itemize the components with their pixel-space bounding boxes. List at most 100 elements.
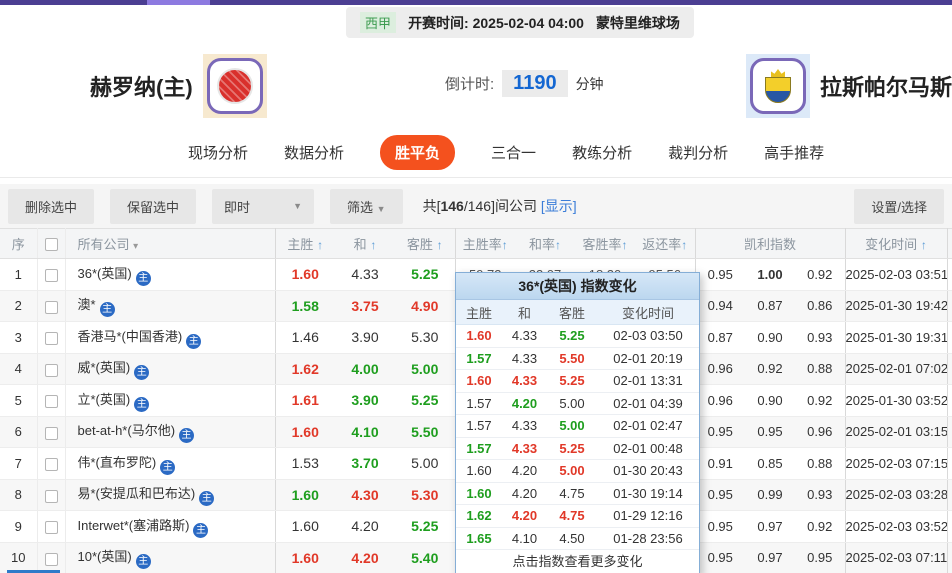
popup-odds-away[interactable]: 5.25 bbox=[547, 328, 597, 343]
header-checkbox[interactable] bbox=[37, 228, 66, 259]
popup-odds-away[interactable]: 4.50 bbox=[547, 531, 597, 546]
odds-away[interactable]: 5.30 bbox=[395, 479, 456, 511]
popup-odds-home[interactable]: 1.62 bbox=[456, 508, 502, 523]
popup-odds-away[interactable]: 5.00 bbox=[547, 396, 597, 411]
tab-win-draw-loss[interactable]: 胜平负 bbox=[380, 135, 456, 170]
company-cell[interactable]: 伟*(直布罗陀) 主 bbox=[65, 447, 276, 480]
popup-odds-away[interactable]: 4.75 bbox=[547, 486, 597, 501]
odds-home[interactable]: 1.62 bbox=[275, 353, 335, 385]
odds-home[interactable]: 1.60 bbox=[275, 258, 335, 291]
popup-odds-draw[interactable]: 4.33 bbox=[502, 441, 547, 456]
keep-selected-button[interactable]: 保留选中 bbox=[110, 188, 197, 224]
row-checkbox[interactable] bbox=[44, 269, 58, 283]
odds-draw[interactable]: 3.70 bbox=[335, 447, 395, 480]
popup-odds-home[interactable]: 1.60 bbox=[456, 328, 502, 343]
settings-select-button[interactable]: 设置/选择 bbox=[854, 188, 944, 224]
popup-odds-away[interactable]: 5.25 bbox=[547, 441, 597, 456]
row-checkbox[interactable] bbox=[44, 426, 58, 440]
odds-away[interactable]: 5.50 bbox=[395, 416, 456, 448]
odds-away[interactable]: 5.00 bbox=[395, 447, 456, 480]
row-checkbox[interactable] bbox=[44, 458, 58, 472]
odds-draw[interactable]: 4.10 bbox=[335, 416, 395, 448]
odds-home[interactable]: 1.61 bbox=[275, 384, 335, 417]
popup-odds-home[interactable]: 1.57 bbox=[456, 441, 502, 456]
odds-draw[interactable]: 3.75 bbox=[335, 290, 395, 322]
odds-draw[interactable]: 4.33 bbox=[335, 258, 395, 291]
popup-odds-draw[interactable]: 4.20 bbox=[502, 463, 547, 478]
odds-draw[interactable]: 4.00 bbox=[335, 353, 395, 385]
company-cell[interactable]: 香港马*(中国香港) 主 bbox=[65, 321, 276, 354]
popup-odds-home[interactable]: 1.57 bbox=[456, 396, 502, 411]
odds-away[interactable]: 4.90 bbox=[395, 290, 456, 322]
row-checkbox[interactable] bbox=[44, 489, 58, 503]
header-draw-rate[interactable]: 和率↑ bbox=[515, 228, 575, 259]
odds-home[interactable]: 1.60 bbox=[275, 510, 335, 543]
popup-odds-draw[interactable]: 4.20 bbox=[502, 508, 547, 523]
popup-odds-home[interactable]: 1.57 bbox=[456, 418, 502, 433]
odds-draw[interactable]: 3.90 bbox=[335, 384, 395, 417]
popup-odds-home[interactable]: 1.60 bbox=[456, 373, 502, 388]
popup-odds-away[interactable]: 5.50 bbox=[547, 351, 597, 366]
popup-odds-draw[interactable]: 4.33 bbox=[502, 351, 547, 366]
odds-draw[interactable]: 4.20 bbox=[335, 542, 395, 573]
tab-referee-analysis[interactable]: 裁判分析 bbox=[668, 142, 728, 163]
popup-odds-away[interactable]: 4.75 bbox=[547, 508, 597, 523]
popup-odds-home[interactable]: 1.60 bbox=[456, 463, 502, 478]
odds-away[interactable]: 5.25 bbox=[395, 510, 456, 543]
company-cell[interactable]: 立*(英国) 主 bbox=[65, 384, 276, 417]
odds-home[interactable]: 1.60 bbox=[275, 416, 335, 448]
header-return-rate[interactable]: 返还率↑ bbox=[635, 228, 696, 259]
select-all-checkbox[interactable] bbox=[44, 238, 58, 252]
popup-odds-draw[interactable]: 4.33 bbox=[502, 328, 547, 343]
instant-dropdown[interactable]: 即时 ▼ bbox=[212, 188, 315, 224]
popup-odds-home[interactable]: 1.57 bbox=[456, 351, 502, 366]
popup-odds-home[interactable]: 1.65 bbox=[456, 531, 502, 546]
popup-odds-away[interactable]: 5.00 bbox=[547, 418, 597, 433]
odds-away[interactable]: 5.25 bbox=[395, 384, 456, 417]
row-checkbox[interactable] bbox=[44, 363, 58, 377]
company-cell[interactable]: Interwet*(塞浦路斯) 主 bbox=[65, 510, 276, 543]
row-checkbox[interactable] bbox=[44, 521, 58, 535]
odds-home[interactable]: 1.60 bbox=[275, 542, 335, 573]
odds-away[interactable]: 5.25 bbox=[395, 258, 456, 291]
popup-odds-draw[interactable]: 4.33 bbox=[502, 373, 547, 388]
odds-away[interactable]: 5.00 bbox=[395, 353, 456, 385]
popup-odds-home[interactable]: 1.60 bbox=[456, 486, 502, 501]
tab-live-analysis[interactable]: 现场分析 bbox=[188, 142, 248, 163]
show-link[interactable]: [显示] bbox=[541, 198, 577, 214]
header-home-rate[interactable]: 主胜率↑ bbox=[455, 228, 515, 259]
tab-coach-analysis[interactable]: 教练分析 bbox=[572, 142, 632, 163]
delete-selected-button[interactable]: 删除选中 bbox=[8, 188, 95, 224]
popup-odds-away[interactable]: 5.00 bbox=[547, 463, 597, 478]
odds-home[interactable]: 1.60 bbox=[275, 479, 335, 511]
row-checkbox[interactable] bbox=[44, 332, 58, 346]
tab-data-analysis[interactable]: 数据分析 bbox=[284, 142, 344, 163]
odds-home[interactable]: 1.46 bbox=[275, 321, 335, 354]
company-cell[interactable]: 澳* 主 bbox=[65, 290, 276, 322]
popup-odds-away[interactable]: 5.25 bbox=[547, 373, 597, 388]
company-cell[interactable]: 10*(英国) 主 bbox=[65, 542, 276, 573]
odds-draw[interactable]: 3.90 bbox=[335, 321, 395, 354]
odds-home[interactable]: 1.53 bbox=[275, 447, 335, 480]
company-cell[interactable]: 威*(英国) 主 bbox=[65, 353, 276, 385]
tab-expert-picks[interactable]: 高手推荐 bbox=[764, 142, 824, 163]
odds-draw[interactable]: 4.20 bbox=[335, 510, 395, 543]
company-cell[interactable]: 易*(安提瓜和巴布达) 主 bbox=[65, 479, 276, 511]
header-away-odds[interactable]: 客胜 ↑ bbox=[395, 228, 456, 259]
header-company[interactable]: 所有公司 ▾ bbox=[65, 228, 276, 259]
filter-dropdown[interactable]: 筛选 ▼ bbox=[330, 188, 403, 224]
odds-away[interactable]: 5.40 bbox=[395, 542, 456, 573]
header-away-rate[interactable]: 客胜率↑ bbox=[575, 228, 635, 259]
company-cell[interactable]: 36*(英国) 主 bbox=[65, 258, 276, 291]
row-checkbox[interactable] bbox=[44, 300, 58, 314]
popup-odds-draw[interactable]: 4.20 bbox=[502, 396, 547, 411]
popup-odds-draw[interactable]: 4.10 bbox=[502, 531, 547, 546]
header-home-odds[interactable]: 主胜 ↑ bbox=[275, 228, 335, 259]
odds-draw[interactable]: 4.30 bbox=[335, 479, 395, 511]
row-checkbox[interactable] bbox=[44, 552, 58, 566]
odds-home[interactable]: 1.58 bbox=[275, 290, 335, 322]
header-change-time[interactable]: 变化时间 ↑ bbox=[845, 228, 948, 259]
odds-away[interactable]: 5.30 bbox=[395, 321, 456, 354]
company-cell[interactable]: bet-at-h*(马尔他) 主 bbox=[65, 416, 276, 448]
row-checkbox[interactable] bbox=[44, 395, 58, 409]
